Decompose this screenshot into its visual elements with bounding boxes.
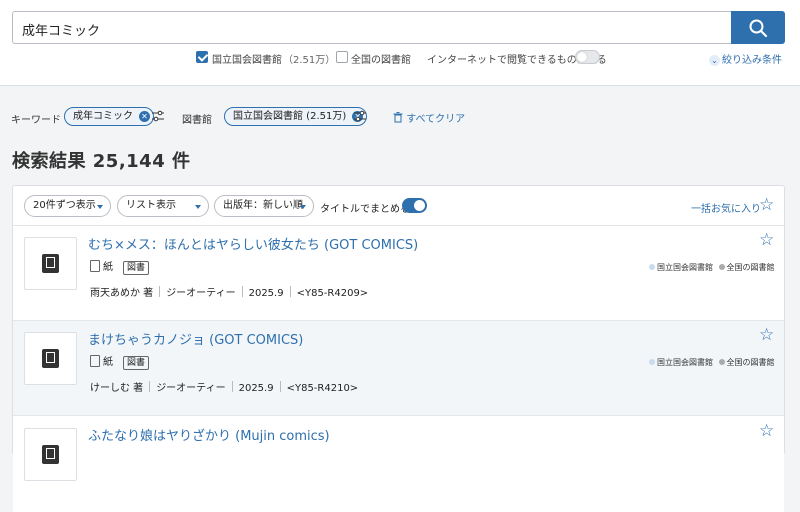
library-filter-row: 国立国会図書館 （2.51万） 全国の図書館 インターネットで閲覧できるものに絞… (0, 50, 800, 66)
holdings: 国立国会図書館 全国の図書館 (649, 262, 775, 273)
holding-national: 全国の図書館 (726, 263, 775, 272)
clear-all-label: すべてクリア (406, 114, 466, 125)
search-input[interactable]: 成年コミック (12, 11, 732, 44)
keyword-chip-label: 成年コミック (73, 111, 133, 122)
caret-down-icon (97, 205, 103, 209)
holdings: 国立国会図書館 全国の図書館 (649, 357, 775, 368)
publisher: ジーオーティー (166, 288, 236, 299)
year: 2025.9 (238, 383, 274, 394)
result-meta: 雨天あめか 著 ジーオーティー 2025.9 <Y85-R4209> (90, 284, 368, 299)
library-chip-label: 国立国会図書館 (2.51万) (233, 111, 347, 122)
search-icon (749, 19, 768, 37)
results-panel: 20件ずつ表示 リスト表示 出版年：新しい順 タイトルでまとめる 一括お気に入り… (12, 185, 785, 512)
keyword-label: キーワード (11, 115, 61, 126)
publisher: ジーオーティー (156, 383, 226, 394)
result-item: むち×メス：ほんとはヤらしい彼女たち (GOT COMICS) 紙図書 雨天あめ… (13, 226, 784, 321)
year: 2025.9 (248, 288, 284, 299)
type-badge: 図書 (123, 261, 150, 275)
narrow-conditions-button[interactable]: ⌄ 絞り込み条件 (709, 51, 782, 66)
caret-down-icon (195, 205, 201, 209)
book-icon (42, 445, 59, 464)
sort-value: 出版年：新しい順 (223, 200, 303, 211)
call-number: <Y85-R4210> (286, 383, 359, 394)
author: 雨天あめか 著 (90, 288, 154, 299)
star-icon[interactable]: ☆ (759, 230, 774, 250)
holding-ndl: 国立国会図書館 (657, 263, 713, 272)
result-title-link[interactable]: まけちゃうカノジョ (GOT COMICS) (88, 329, 303, 348)
clear-all-button[interactable]: すべてクリア (393, 110, 465, 125)
view-value: リスト表示 (126, 200, 176, 211)
result-format: 紙図書 (90, 353, 150, 370)
sliders-icon[interactable] (152, 110, 164, 122)
star-icon[interactable]: ☆ (759, 197, 774, 214)
medium-label: 紙 (103, 262, 113, 273)
per-page-value: 20件ずつ表示 (33, 200, 96, 211)
search-conditions: キーワード 成年コミック ✕ 図書館 国立国会図書館 (2.51万) ✕ すべて… (0, 107, 800, 127)
caret-down-icon (300, 205, 306, 209)
result-title-link[interactable]: むち×メス：ほんとはヤらしい彼女たち (GOT COMICS) (88, 234, 418, 253)
book-icon (42, 349, 59, 368)
star-icon[interactable]: ☆ (759, 421, 774, 441)
call-number: <Y85-R4209> (296, 288, 369, 299)
book-thumbnail[interactable] (24, 332, 77, 385)
holding-national: 全国の図書館 (726, 358, 775, 367)
results-toolbar: 20件ずつ表示 リスト表示 出版年：新しい順 タイトルでまとめる 一括お気に入り… (13, 186, 784, 226)
book-thumbnail[interactable] (24, 237, 77, 290)
search-query[interactable]: 成年コミック (22, 20, 100, 39)
result-count-heading: 検索結果 25,144 件 (12, 151, 191, 172)
ndl-checkbox[interactable] (196, 51, 208, 63)
result-format: 紙図書 (90, 258, 150, 275)
result-title-link[interactable]: ふたなり娘はヤりざかり (Mujin comics) (88, 425, 330, 444)
star-icon[interactable]: ☆ (759, 325, 774, 345)
bulk-favorite-button[interactable]: 一括お気に入り (691, 200, 761, 215)
result-item: まけちゃうカノジョ (GOT COMICS) 紙図書 けーしむ 著 ジーオーティー… (13, 321, 784, 416)
type-badge: 図書 (123, 356, 150, 370)
close-icon[interactable]: ✕ (139, 111, 150, 122)
trash-icon (393, 112, 403, 123)
search-button[interactable] (731, 11, 785, 44)
sliders-icon[interactable] (354, 110, 366, 122)
paper-icon (90, 355, 100, 367)
search-header: 成年コミック 国立国会図書館 （2.51万） 全国の図書館 インターネットで閲覧… (0, 0, 800, 86)
library-label: 図書館 (182, 115, 212, 126)
group-by-title-toggle[interactable] (402, 198, 427, 213)
book-thumbnail[interactable] (24, 428, 77, 481)
per-page-select[interactable]: 20件ずつ表示 (24, 195, 111, 217)
result-item: ふたなり娘はヤりざかり (Mujin comics) ☆ (13, 417, 784, 512)
chevron-down-icon: ⌄ (709, 55, 720, 66)
group-by-title-label: タイトルでまとめる (320, 204, 410, 215)
author: けーしむ 著 (90, 383, 144, 394)
internet-only-toggle[interactable] (575, 50, 600, 64)
holding-ndl: 国立国会図書館 (657, 358, 713, 367)
keyword-chip[interactable]: 成年コミック ✕ (64, 107, 154, 126)
medium-label: 紙 (103, 357, 113, 368)
ndl-count: （2.51万） (283, 55, 336, 66)
narrow-conditions-label: 絞り込み条件 (722, 55, 782, 66)
ndl-checkbox-label[interactable]: 国立国会図書館 (212, 51, 282, 66)
book-icon (42, 254, 59, 273)
sort-select[interactable]: 出版年：新しい順 (214, 195, 314, 217)
result-meta: けーしむ 著 ジーオーティー 2025.9 <Y85-R4210> (90, 379, 358, 394)
national-checkbox[interactable] (336, 51, 348, 63)
library-chip[interactable]: 国立国会図書館 (2.51万) ✕ (224, 107, 368, 126)
national-checkbox-label[interactable]: 全国の図書館 (351, 51, 411, 66)
view-select[interactable]: リスト表示 (117, 195, 209, 217)
paper-icon (90, 260, 100, 272)
